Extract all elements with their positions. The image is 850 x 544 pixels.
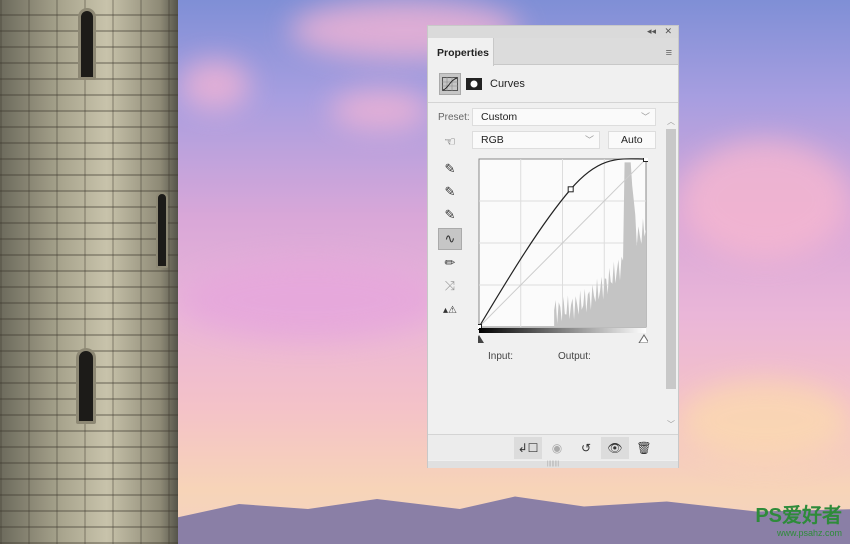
auto-button[interactable]: Auto: [608, 131, 656, 149]
view-previous-state-icon[interactable]: ◉: [543, 437, 571, 459]
castle-tower: [0, 0, 178, 544]
double-chevron-left-icon[interactable]: ◂◂: [647, 26, 656, 37]
tower-window: [76, 348, 96, 424]
mountains: [170, 496, 850, 544]
gray-point-eyedropper-icon[interactable]: ✎: [438, 181, 462, 203]
properties-panel: ◂◂ ✕ Properties ≡ Curves Preset: Custom ﹀ …: [427, 25, 679, 468]
resize-handle[interactable]: ||||||||: [428, 461, 678, 468]
curves-adjustment-icon[interactable]: [439, 73, 461, 95]
clipping-warning-icon[interactable]: ▴⚠: [438, 299, 462, 321]
preset-label: Preset:: [438, 112, 470, 123]
scrollbar-thumb[interactable]: [666, 129, 676, 389]
smooth-curve-icon[interactable]: ⤨: [438, 275, 462, 297]
adjustment-name: Curves: [490, 78, 525, 90]
tower-window: [78, 8, 96, 80]
channel-dropdown[interactable]: RGB ﹀: [472, 131, 600, 149]
white-point-slider: [638, 334, 648, 343]
pencil-icon[interactable]: ✏: [438, 252, 462, 274]
chevron-down-icon: ﹀: [640, 112, 650, 122]
channel-value: RGB: [481, 134, 504, 146]
tower-window: [156, 192, 168, 268]
input-label: Input:: [488, 351, 514, 362]
reset-icon[interactable]: ↺: [572, 437, 600, 459]
tab-properties[interactable]: Properties: [428, 38, 494, 66]
output-gradient-bar: [479, 328, 646, 333]
curve-control-point: [643, 158, 648, 162]
trash-icon[interactable]: 🗑: [630, 437, 658, 459]
panel-menu-icon[interactable]: ≡: [666, 47, 672, 59]
black-point-eyedropper-icon[interactable]: ✎: [438, 158, 462, 180]
chevron-down-icon: ﹀: [584, 135, 594, 145]
preset-value: Custom: [481, 111, 518, 123]
preset-dropdown[interactable]: Custom ﹀: [472, 108, 656, 126]
clip-to-layer-icon[interactable]: ↲☐: [514, 437, 542, 459]
black-point-slider: [478, 335, 484, 343]
on-image-adjust-icon[interactable]: ☜: [438, 131, 462, 153]
curve-edit-points-icon[interactable]: ∿: [438, 228, 462, 250]
white-point-eyedropper-icon[interactable]: ✎: [438, 204, 462, 226]
curve-control-point: [567, 186, 574, 193]
layer-mask-icon[interactable]: [463, 73, 485, 95]
output-label: Output:: [558, 351, 591, 362]
close-icon[interactable]: ✕: [664, 26, 672, 37]
curves-graph[interactable]: [478, 158, 648, 343]
scrollbar[interactable]: ︿ ﹀: [666, 116, 676, 434]
watermark: PS爱好者 www.psahz.com: [755, 505, 842, 538]
visibility-eye-icon[interactable]: 👁: [601, 437, 629, 459]
